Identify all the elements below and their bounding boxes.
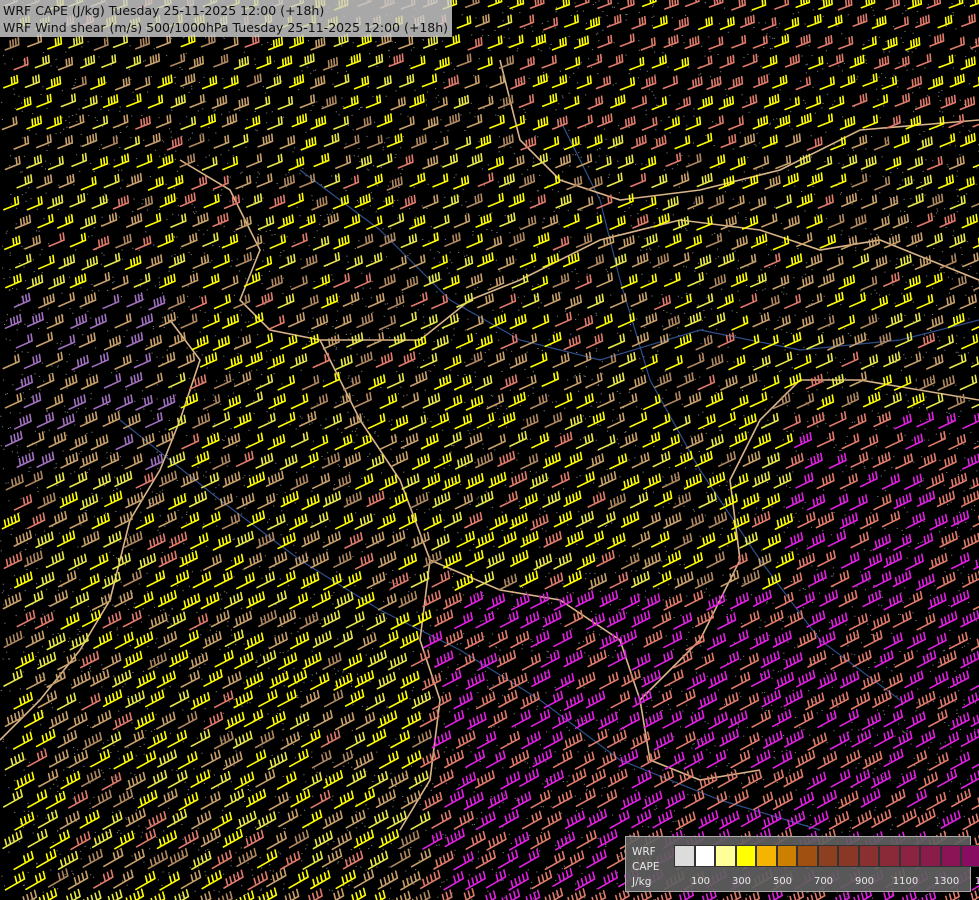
legend-tick-label: 1300 (933, 876, 960, 887)
legend-tick-label: 100 (690, 876, 711, 887)
legend-swatch (961, 845, 979, 867)
legend-tick-label: 500 (772, 876, 793, 887)
legend-tick-labels: 100 300 500 700 900 1100 1300 1500 (674, 875, 979, 888)
legend-swatch (838, 845, 859, 867)
legend-tick-label: 1500 (974, 876, 979, 887)
legend-swatch (920, 845, 941, 867)
legend-swatch (776, 845, 797, 867)
legend-swatch (694, 845, 715, 867)
map-title-box: WRF CAPE (J/kg) Tuesday 25-11-2025 12:00… (0, 0, 453, 37)
legend-swatch (735, 845, 756, 867)
legend-swatch (715, 845, 736, 867)
map-title-shear: WRF Wind shear (m/s) 500/1000hPa Tuesday… (3, 20, 449, 35)
legend-swatch (797, 845, 818, 867)
map-title-cape: WRF CAPE (J/kg) Tuesday 25-11-2025 12:00… (3, 3, 325, 18)
legend-tick-label: 700 (813, 876, 834, 887)
weather-map (0, 0, 979, 900)
legend-color-scale (674, 845, 979, 867)
legend-swatch (674, 845, 695, 867)
legend-swatch (858, 845, 879, 867)
legend-tick-label: 300 (731, 876, 752, 887)
legend-swatch (940, 845, 961, 867)
legend-swatch (817, 845, 838, 867)
legend-tick-label: 900 (854, 876, 875, 887)
legend-unit-label: J/kg (632, 876, 652, 888)
legend-swatch (879, 845, 900, 867)
cape-legend: WRF CAPE J/kg 100 300 500 700 900 1100 1300 150… (625, 836, 979, 892)
legend-variable-label: CAPE (632, 861, 660, 873)
legend-swatch (756, 845, 777, 867)
legend-tick-label: 1100 (892, 876, 919, 887)
legend-swatch (899, 845, 920, 867)
legend-model-label: WRF (632, 846, 656, 858)
